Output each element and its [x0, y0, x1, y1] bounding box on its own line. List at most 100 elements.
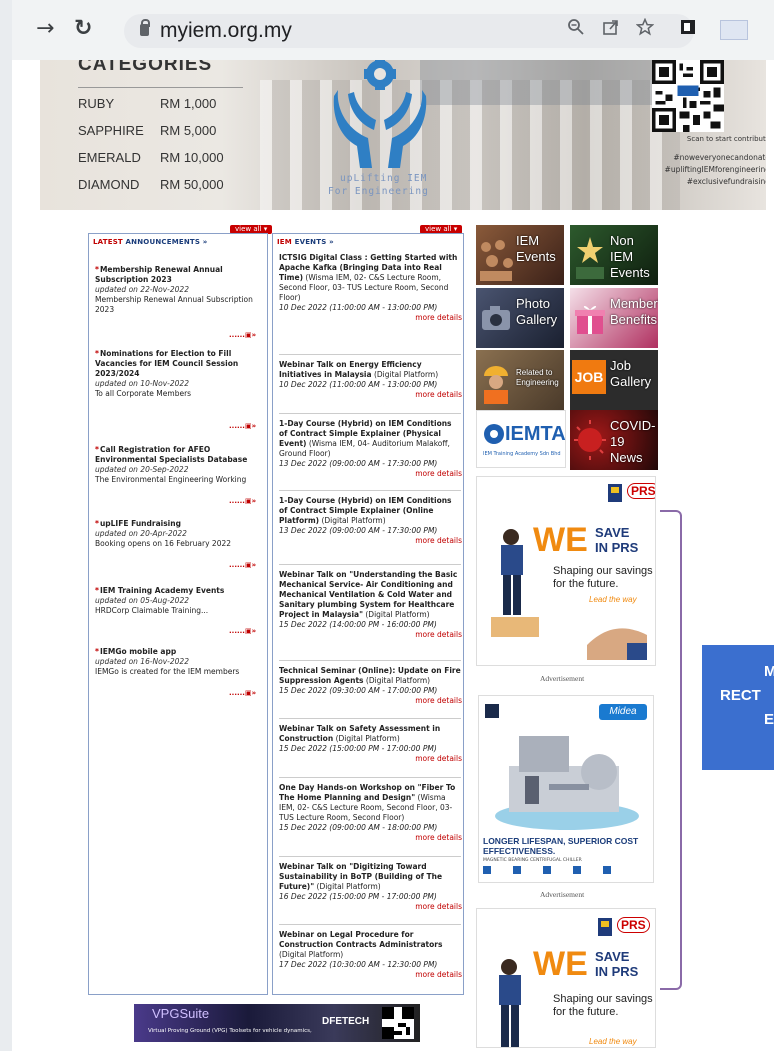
more-link[interactable]: ......▣»	[229, 689, 256, 697]
event-divider	[279, 564, 461, 565]
more-link[interactable]: ......▣»	[229, 561, 256, 569]
tile-iemta[interactable]: IEMTA IEM Training Academy Sdn Bhd	[476, 410, 566, 468]
zoom-icon[interactable]	[567, 18, 585, 36]
announcement-title[interactable]: Call Registration for AFEO Environmental…	[95, 445, 260, 465]
tier-row: DIAMOND RM 50,000	[78, 177, 224, 192]
announcement-item[interactable]: Nominations for Election to Fill Vacanci…	[95, 349, 260, 399]
event-item[interactable]: Webinar Talk on "Understanding the Basic…	[279, 570, 462, 640]
extension-icon[interactable]	[720, 20, 748, 40]
event-location: (Digital Platform)	[314, 882, 381, 891]
more-details-link[interactable]: more details	[279, 833, 462, 843]
tier-amount: RM 5,000	[160, 123, 217, 138]
tile-iem-events[interactable]: IEM Events	[476, 225, 564, 285]
hashtags: #noweveryonecandonate #upliftingIEMforen…	[600, 152, 766, 188]
reload-icon[interactable]: ↻	[74, 18, 92, 40]
event-item[interactable]: Webinar Talk on Energy Efficiency Initia…	[279, 360, 462, 400]
ad-we: WE	[533, 945, 588, 983]
event-item[interactable]: 1-Day Course (Hybrid) on IEM Conditions …	[279, 419, 462, 479]
tier-row: SAPPHIRE RM 5,000	[78, 123, 216, 138]
event-item[interactable]: Webinar Talk on "Digitizing Toward Susta…	[279, 862, 462, 912]
annotation-callout: M RECT E	[702, 645, 774, 770]
more-link[interactable]: ......▣»	[229, 627, 256, 635]
url-text[interactable]: myiem.org.my	[160, 19, 292, 43]
more-details-link[interactable]: more details	[279, 313, 462, 323]
fundraising-banner[interactable]: CATEGORIES RUBY RM 1,000 SAPPHIRE RM 5,000…	[40, 60, 766, 210]
ad-midea[interactable]: Midea LONGER LIFESPAN, SUPERIOR COST EFF…	[478, 695, 654, 883]
tile-label: Job Gallery	[610, 358, 652, 389]
ad-save: SAVE	[595, 525, 630, 540]
vpg-logo-text: VPGSuite	[152, 1006, 210, 1021]
more-link[interactable]: ......▣»	[229, 331, 256, 339]
event-title[interactable]: Webinar on Legal Procedure for Construct…	[279, 930, 442, 949]
tile-photo-gallery[interactable]: Photo Gallery	[476, 288, 564, 348]
more-details-link[interactable]: more details	[279, 970, 462, 980]
more-details-link[interactable]: more details	[279, 902, 462, 912]
event-location: (Digital Platform)	[363, 610, 430, 619]
announcement-title[interactable]: IEM Training Academy Events	[95, 586, 260, 596]
event-item[interactable]: Technical Seminar (Online): Update on Fi…	[279, 666, 462, 706]
prs-emblem-icon	[598, 918, 612, 936]
vpg-banner[interactable]: VPGSuite Virtual Proving Ground (VPG) To…	[134, 1004, 420, 1042]
gift-icon	[575, 305, 605, 334]
announcements-heading: LATEST ANNOUNCEMENTS »	[93, 238, 208, 246]
iemta-logo-icon	[484, 424, 504, 444]
more-details-link[interactable]: more details	[279, 696, 462, 706]
event-item[interactable]: 1-Day Course (Hybrid) on IEM Conditions …	[279, 496, 462, 546]
announcement-title[interactable]: Nominations for Election to Fill Vacanci…	[95, 349, 260, 379]
announcement-item[interactable]: Call Registration for AFEO Environmental…	[95, 445, 260, 485]
tile-covid-news[interactable]: COVID-19 News	[570, 410, 658, 470]
event-item[interactable]: Webinar Talk on Safety Assessment in Con…	[279, 724, 462, 764]
more-details-link[interactable]: more details	[279, 469, 462, 479]
ad-save: SAVE	[595, 949, 630, 964]
event-divider	[279, 490, 461, 491]
share-icon[interactable]	[602, 18, 620, 36]
job-icon: JOB	[572, 360, 606, 394]
more-details-link[interactable]: more details	[279, 536, 462, 546]
ad-cta[interactable]: Lead the way	[589, 1037, 637, 1046]
announcement-title[interactable]: IEMGo mobile app	[95, 647, 260, 657]
lock-icon[interactable]	[140, 19, 150, 36]
tier-name: SAPPHIRE	[78, 123, 144, 138]
ad-cta[interactable]: Lead the way	[589, 595, 637, 604]
ad-prs-bottom[interactable]: PRS WE SAVE IN PRS Shaping our savings f…	[476, 908, 656, 1048]
star-icon[interactable]	[636, 18, 654, 36]
announcement-item[interactable]: IEMGo mobile app updated on 16-Nov-2022 …	[95, 647, 260, 677]
forward-icon[interactable]: →	[36, 18, 54, 40]
event-item[interactable]: One Day Hands-on Workshop on "Fiber To T…	[279, 783, 462, 843]
more-details-link[interactable]: more details	[279, 390, 462, 400]
announcement-body: Membership Renewal Annual Subscription 2…	[95, 295, 253, 314]
celebration-icon	[576, 237, 604, 279]
announcement-title[interactable]: Membership Renewal Annual Subscription 2…	[95, 265, 260, 285]
annotation-bracket	[660, 510, 682, 990]
event-item[interactable]: ICTSIG Digital Class : Getting Started w…	[279, 253, 462, 323]
tile-label: Member's Benefits	[610, 296, 658, 327]
more-link[interactable]: ......▣»	[229, 422, 256, 430]
tile-non-iem-events[interactable]: Non IEM Events	[570, 225, 658, 285]
categories-title: CATEGORIES	[78, 60, 213, 75]
event-location: (Digital Platform)	[333, 734, 400, 743]
building-roof	[420, 60, 660, 105]
dfetech-logo: DFETECH	[322, 1016, 370, 1027]
event-date: 10 Dec 2022 (11:00:00 AM - 13:00:00 PM)	[279, 380, 438, 389]
announcement-title[interactable]: upLIFE Fundraising	[95, 519, 260, 529]
qr-code[interactable]	[652, 60, 724, 132]
more-details-link[interactable]: more details	[279, 630, 462, 640]
ad-prs-top[interactable]: PRS WE SAVE IN PRS Shaping our savings f…	[476, 476, 656, 666]
event-divider	[279, 777, 461, 778]
announcement-item[interactable]: Membership Renewal Annual Subscription 2…	[95, 265, 260, 315]
tile-job-gallery[interactable]: JOB Job Gallery	[570, 350, 658, 410]
uplift-tagline: upLifting IEM For Engineering	[328, 173, 429, 197]
tile-members-benefits[interactable]: Member's Benefits	[570, 288, 658, 348]
callout-text: E	[764, 711, 774, 728]
virus-icon	[574, 420, 606, 460]
more-details-link[interactable]: more details	[279, 754, 462, 764]
sidebar-icon[interactable]	[680, 18, 696, 36]
announcement-item[interactable]: upLIFE Fundraising updated on 20-Apr-202…	[95, 519, 260, 549]
event-date: 15 Dec 2022 (14:00:00 PM - 16:00:00 PM)	[279, 620, 437, 629]
more-link[interactable]: ......▣»	[229, 497, 256, 505]
browser-toolbar: → ↻ myiem.org.my	[12, 0, 774, 60]
event-item[interactable]: Webinar on Legal Procedure for Construct…	[279, 930, 462, 980]
announcement-item[interactable]: IEM Training Academy Events updated on 0…	[95, 586, 260, 616]
tile-related-engineering[interactable]: Related to Engineering	[476, 350, 564, 410]
announcement-body: Booking opens on 16 February 2022	[95, 539, 232, 548]
